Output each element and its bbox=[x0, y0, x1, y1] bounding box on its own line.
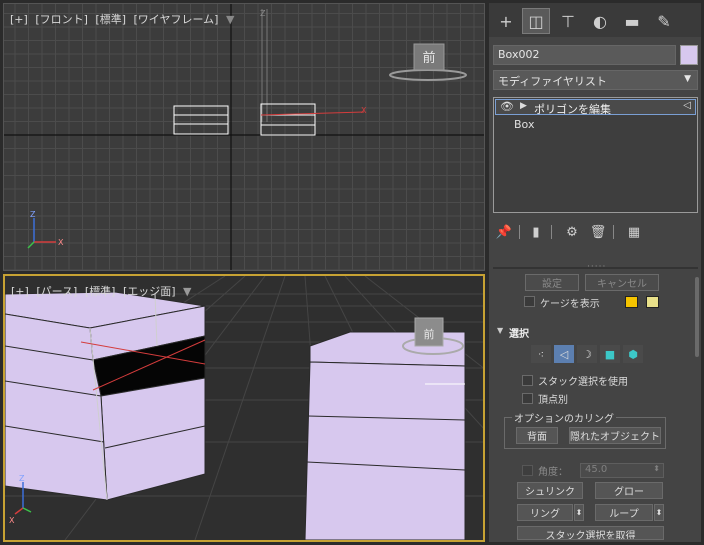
modifier-stack[interactable]: 👁 ▶ ポリゴンを編集 ◁ Box bbox=[493, 97, 698, 213]
selection-rollout-title[interactable]: 選択 bbox=[509, 325, 529, 340]
collapse-arrow-icon[interactable]: ◁ bbox=[683, 100, 691, 111]
use-stack-selection-checkbox[interactable] bbox=[522, 375, 533, 386]
make-unique-icon[interactable]: ⚙ bbox=[563, 223, 581, 241]
viewport-menu-display[interactable]: [エッジ面] bbox=[123, 285, 176, 298]
angle-label: 角度： bbox=[538, 467, 568, 478]
stack-item-label: ポリゴンを編集 bbox=[534, 103, 611, 116]
panel-scrollbar[interactable] bbox=[695, 277, 699, 357]
polygon-mode-icon[interactable]: ■ bbox=[600, 345, 620, 363]
filter-icon[interactable]: ▼ bbox=[226, 13, 234, 26]
angle-spinner[interactable]: 45.0 ⬍ bbox=[580, 463, 664, 478]
box002-wireframe bbox=[260, 103, 316, 136]
viewcube-face-label: 前 bbox=[424, 327, 435, 341]
perspective-viewport-canvas: 前 Z X bbox=[5, 276, 483, 540]
command-panel: + ◫ ⊤ ◐ ▬ ✎ Box002 モディファイヤリスト ▼ 👁 ▶ ポリゴン… bbox=[489, 3, 701, 542]
motion-icon[interactable]: ◐ bbox=[587, 9, 613, 33]
gizmo-z-label: Z bbox=[260, 9, 266, 18]
by-vertex-checkbox[interactable] bbox=[522, 393, 533, 404]
loop-spinner-icon[interactable]: ⬍ bbox=[654, 504, 664, 521]
axis-x-label: X bbox=[9, 516, 15, 525]
cage-color-swatch-2[interactable] bbox=[646, 296, 659, 308]
front-viewport-canvas: X Z 前 Z X bbox=[4, 4, 484, 270]
get-stack-selection-button[interactable]: スタック選択を取得 bbox=[517, 526, 664, 540]
utilities-icon[interactable]: ✎ bbox=[651, 9, 677, 33]
backface-button[interactable]: 背面 bbox=[516, 427, 558, 444]
show-cage-label: ケージを表示 bbox=[540, 299, 600, 310]
perspective-viewport-label[interactable]: [+] [パース] [標準] [エッジ面] ▼ bbox=[11, 283, 196, 299]
modifier-list-label: モディファイヤリスト bbox=[498, 75, 607, 88]
box001-mesh bbox=[5, 291, 206, 501]
configure-modifier-sets-icon[interactable]: ▦ bbox=[625, 223, 643, 241]
element-mode-icon[interactable]: ⬢ bbox=[623, 345, 643, 363]
object-color-swatch[interactable] bbox=[680, 45, 698, 65]
trash-icon[interactable]: 🗑 bbox=[589, 223, 607, 241]
expand-triangle-icon[interactable]: ▶ bbox=[520, 101, 527, 111]
stack-toolbar: 📌 ▮ ⚙ 🗑 ▦ bbox=[493, 221, 698, 243]
grid bbox=[4, 4, 484, 270]
chevron-down-icon: ▼ bbox=[684, 74, 691, 84]
viewport-menu-view[interactable]: [フロント] bbox=[35, 13, 88, 26]
viewport-menu-shading[interactable]: [標準] bbox=[95, 13, 126, 26]
occluded-objects-button[interactable]: 隠れたオブジェクト bbox=[569, 427, 661, 444]
display-icon[interactable]: ▬ bbox=[619, 9, 645, 33]
spinner-arrows-icon[interactable]: ⬍ bbox=[653, 464, 660, 473]
show-cage-checkbox[interactable] bbox=[524, 296, 535, 307]
gizmo-x-label: X bbox=[361, 106, 367, 115]
border-mode-icon[interactable]: ☽ bbox=[577, 345, 597, 363]
axis-z-label: Z bbox=[30, 210, 36, 219]
viewport-menu-plus[interactable]: [+] bbox=[11, 285, 29, 298]
box002-mesh bbox=[304, 331, 466, 540]
filter-icon[interactable]: ▼ bbox=[183, 285, 191, 298]
rollout-collapse-icon[interactable]: ▼ bbox=[497, 326, 503, 335]
front-viewport-label[interactable]: [+] [フロント] [標準] [ワイヤフレーム] ▼ bbox=[10, 11, 238, 27]
plus-icon[interactable]: + bbox=[493, 9, 519, 33]
by-vertex-label: 頂点別 bbox=[538, 395, 568, 406]
panel-divider bbox=[493, 267, 698, 269]
hierarchy-icon[interactable]: ⊤ bbox=[555, 9, 581, 33]
cancel-button[interactable]: キャンセル bbox=[585, 274, 659, 291]
settings-button[interactable]: 設定 bbox=[525, 274, 579, 291]
front-viewport[interactable]: [+] [フロント] [標準] [ワイヤフレーム] ▼ X Z 前 Z X bbox=[3, 3, 485, 271]
loop-button[interactable]: ループ bbox=[595, 504, 653, 521]
ignore-backfacing-checkbox[interactable] bbox=[522, 465, 533, 476]
viewcube-face-label: 前 bbox=[422, 50, 435, 66]
axis-x-label: X bbox=[58, 238, 64, 247]
optional-culling-label: オプションのカリング bbox=[512, 410, 616, 425]
shrink-button[interactable]: シュリンク bbox=[517, 482, 583, 499]
vertex-mode-icon[interactable]: ⁖ bbox=[531, 345, 551, 363]
ring-button[interactable]: リング bbox=[517, 504, 573, 521]
viewport-menu-view[interactable]: [パース] bbox=[36, 285, 77, 298]
pin-stack-icon[interactable]: 📌 bbox=[495, 223, 513, 241]
angle-value: 45.0 bbox=[585, 464, 608, 475]
modifier-list-dropdown[interactable]: モディファイヤリスト ▼ bbox=[493, 70, 698, 90]
stack-item-edit-poly[interactable]: 👁 ▶ ポリゴンを編集 ◁ bbox=[495, 99, 696, 116]
show-end-result-icon[interactable]: ▮ bbox=[527, 223, 545, 241]
cage-color-swatch-1[interactable] bbox=[625, 296, 638, 308]
command-panel-tabs: + ◫ ⊤ ◐ ▬ ✎ bbox=[489, 3, 701, 37]
eye-icon[interactable]: 👁 bbox=[500, 100, 514, 113]
box001-wireframe bbox=[173, 105, 229, 135]
viewport-menu-shading[interactable]: [標準] bbox=[85, 285, 116, 298]
viewcube[interactable]: 前 bbox=[389, 43, 467, 81]
grow-button[interactable]: グロー bbox=[595, 482, 663, 499]
object-name-field[interactable]: Box002 bbox=[493, 45, 676, 65]
use-stack-selection-label: スタック選択を使用 bbox=[538, 377, 628, 388]
ring-spinner-icon[interactable]: ⬍ bbox=[574, 504, 584, 521]
viewport-menu-display[interactable]: [ワイヤフレーム] bbox=[134, 13, 219, 26]
axis-z-label: Z bbox=[19, 474, 25, 483]
edge-mode-icon[interactable]: ◁ bbox=[554, 345, 574, 363]
viewport-menu-plus[interactable]: [+] bbox=[10, 13, 28, 26]
stack-item-box[interactable]: Box bbox=[514, 118, 534, 131]
perspective-viewport[interactable]: [+] [パース] [標準] [エッジ面] ▼ 前 Z X bbox=[3, 274, 485, 542]
modify-icon[interactable]: ◫ bbox=[522, 8, 550, 34]
